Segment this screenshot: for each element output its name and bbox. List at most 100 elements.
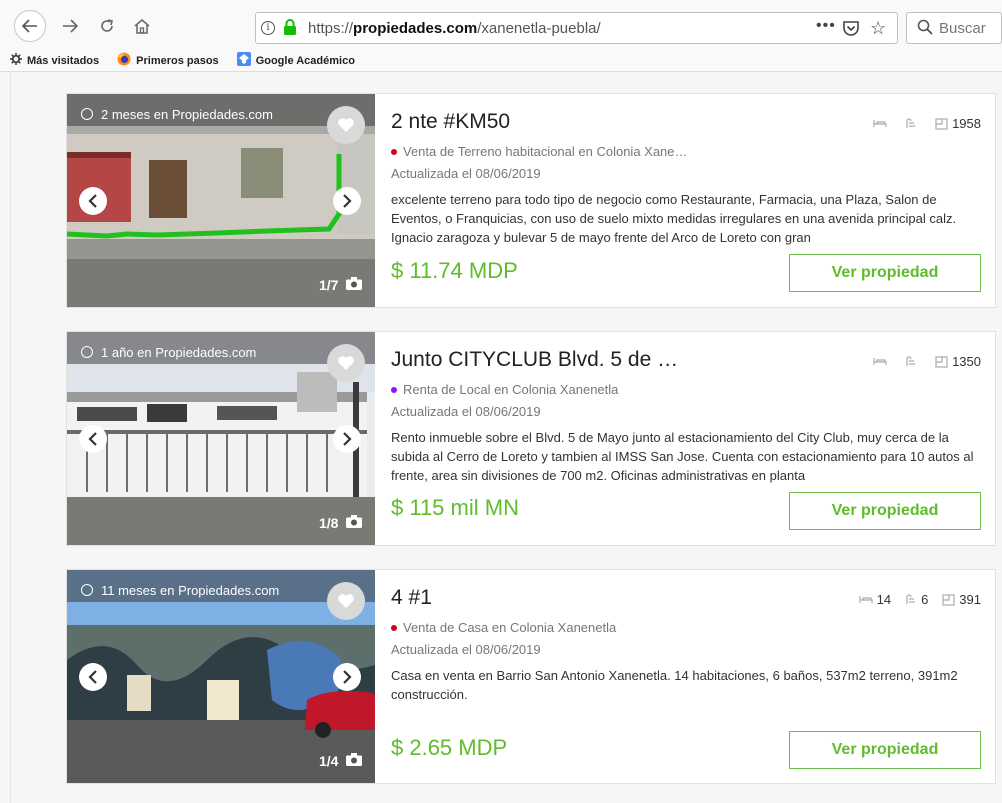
home-button[interactable] <box>127 11 157 41</box>
photo-counter-text: 1/8 <box>319 515 339 531</box>
forward-button[interactable] <box>55 11 85 41</box>
prev-photo-button[interactable] <box>79 187 107 215</box>
baths-spec <box>905 118 921 129</box>
type-dot <box>391 386 397 393</box>
area-icon <box>942 593 955 606</box>
reload-button[interactable] <box>92 11 122 41</box>
listing-type: Venta de Casa en Colonia Xanenetla <box>391 620 616 635</box>
chevron-right-icon <box>343 194 352 208</box>
search-bar[interactable]: Buscar <box>906 12 1002 44</box>
url-domain: propiedades.com <box>353 20 478 37</box>
bookmarks-toolbar: Más visitados Primeros pasos Google Acad… <box>0 50 1002 72</box>
bookmark-mas-visitados[interactable]: Más visitados <box>10 53 99 68</box>
listing-info: 4 #1 14 6 391 Venta de Casa en Colonia X… <box>391 570 981 783</box>
photo-counter-text: 1/4 <box>319 753 339 769</box>
gear-icon <box>10 53 22 68</box>
listing-type: Renta de Local en Colonia Xanenetla <box>391 382 618 397</box>
listing-updated: Actualizada el 08/06/2019 <box>391 166 541 181</box>
listing-updated: Actualizada el 08/06/2019 <box>391 404 541 419</box>
bookmark-label: Google Académico <box>255 54 355 67</box>
page-actions-icon[interactable]: ••• <box>816 17 836 35</box>
listing-specs: 1958 <box>859 116 981 131</box>
chevron-left-icon <box>88 432 97 446</box>
shower-icon <box>906 356 915 366</box>
listing-title[interactable]: 2 nte #KM50 <box>391 110 510 134</box>
listing-type: Venta de Terreno habitacional en Colonia… <box>391 144 688 159</box>
next-photo-button[interactable] <box>333 663 361 691</box>
baths-value: 6 <box>921 592 929 607</box>
ver-propiedad-button[interactable]: Ver propiedad <box>789 254 981 292</box>
camera-icon <box>346 753 363 769</box>
url-text[interactable]: https://propiedades.com/xanenetla-puebla… <box>308 20 601 37</box>
listing-title[interactable]: 4 #1 <box>391 586 432 610</box>
beds-value: 14 <box>876 592 892 607</box>
prev-photo-button[interactable] <box>79 425 107 453</box>
listing-card[interactable]: 1 año en Propiedades.com 1/8 Junto CITYC… <box>66 331 996 546</box>
search-input[interactable]: Buscar <box>939 20 986 37</box>
url-path: /xanenetla-puebla/ <box>477 20 601 37</box>
prev-photo-button[interactable] <box>79 663 107 691</box>
clock-icon <box>81 108 93 120</box>
heart-icon <box>338 118 354 132</box>
search-icon <box>917 19 933 40</box>
ver-propiedad-button[interactable]: Ver propiedad <box>789 731 981 769</box>
listing-photo[interactable]: 2 meses en Propiedades.com 1/7 <box>67 94 375 307</box>
photo-counter-text: 1/7 <box>319 277 339 293</box>
url-bar[interactable]: i https://propiedades.com/xanenetla-pueb… <box>255 12 898 44</box>
baths-spec: 6 <box>905 592 928 607</box>
shower-icon <box>906 594 915 604</box>
listing-type-text: Renta de Local en Colonia Xanenetla <box>403 382 619 397</box>
info-icon[interactable]: i <box>261 21 275 35</box>
area-value: 1958 <box>952 116 981 131</box>
area-icon <box>935 117 948 130</box>
area-spec: 391 <box>942 592 981 607</box>
heart-icon <box>338 594 354 608</box>
listing-card[interactable]: 2 meses en Propiedades.com 1/7 2 nte #KM… <box>66 93 996 308</box>
next-photo-button[interactable] <box>333 187 361 215</box>
browser-toolbar: i https://propiedades.com/xanenetla-pueb… <box>0 0 1002 50</box>
bookmark-primeros-pasos[interactable]: Primeros pasos <box>117 52 219 69</box>
beds-spec: 14 <box>858 592 892 607</box>
arrow-left-icon <box>22 19 37 33</box>
favorite-button[interactable] <box>327 106 365 144</box>
next-photo-button[interactable] <box>333 425 361 453</box>
listing-photo[interactable]: 11 meses en Propiedades.com 1/4 <box>67 570 375 783</box>
bookmark-star-icon[interactable]: ☆ <box>870 18 886 39</box>
description-fade <box>891 228 981 247</box>
scholar-icon <box>236 52 251 69</box>
listing-updated: Actualizada el 08/06/2019 <box>391 642 541 657</box>
chevron-left-icon <box>88 670 97 684</box>
bookmark-google-academico[interactable]: Google Académico <box>236 52 355 69</box>
chevron-right-icon <box>343 432 352 446</box>
listing-photo[interactable]: 1 año en Propiedades.com 1/8 <box>67 332 375 545</box>
heart-icon <box>338 356 354 370</box>
listing-title[interactable]: Junto CITYCLUB Blvd. 5 de … <box>391 348 678 372</box>
type-dot <box>391 624 397 631</box>
area-value: 1350 <box>952 354 981 369</box>
listing-type-text: Venta de Casa en Colonia Xanenetla <box>403 620 617 635</box>
pocket-icon[interactable] <box>842 20 860 42</box>
photo-counter: 1/8 <box>319 515 363 531</box>
time-on-site-text: 11 meses en Propiedades.com <box>101 582 280 598</box>
camera-icon <box>346 515 363 531</box>
beds-spec <box>873 119 891 128</box>
listing-specs: 1350 <box>859 354 981 369</box>
bookmark-label: Primeros pasos <box>136 54 219 67</box>
back-button[interactable] <box>14 10 46 42</box>
shower-icon <box>906 118 915 128</box>
arrow-right-icon <box>63 19 78 33</box>
beds-spec <box>873 357 891 366</box>
favorite-button[interactable] <box>327 344 365 382</box>
listing-card[interactable]: 11 meses en Propiedades.com 1/4 4 #1 14 <box>66 569 996 784</box>
divider <box>10 72 11 803</box>
favorite-button[interactable] <box>327 582 365 620</box>
listing-type-text: Venta de Terreno habitacional en Colonia… <box>403 144 688 159</box>
lock-icon[interactable] <box>283 19 297 41</box>
listing-specs: 14 6 391 <box>845 592 981 607</box>
ver-propiedad-button[interactable]: Ver propiedad <box>789 492 981 530</box>
bed-icon <box>858 596 873 603</box>
description-fade <box>891 466 981 485</box>
camera-icon <box>346 277 363 293</box>
time-on-site-text: 2 meses en Propiedades.com <box>101 106 273 122</box>
clock-icon <box>81 584 93 596</box>
